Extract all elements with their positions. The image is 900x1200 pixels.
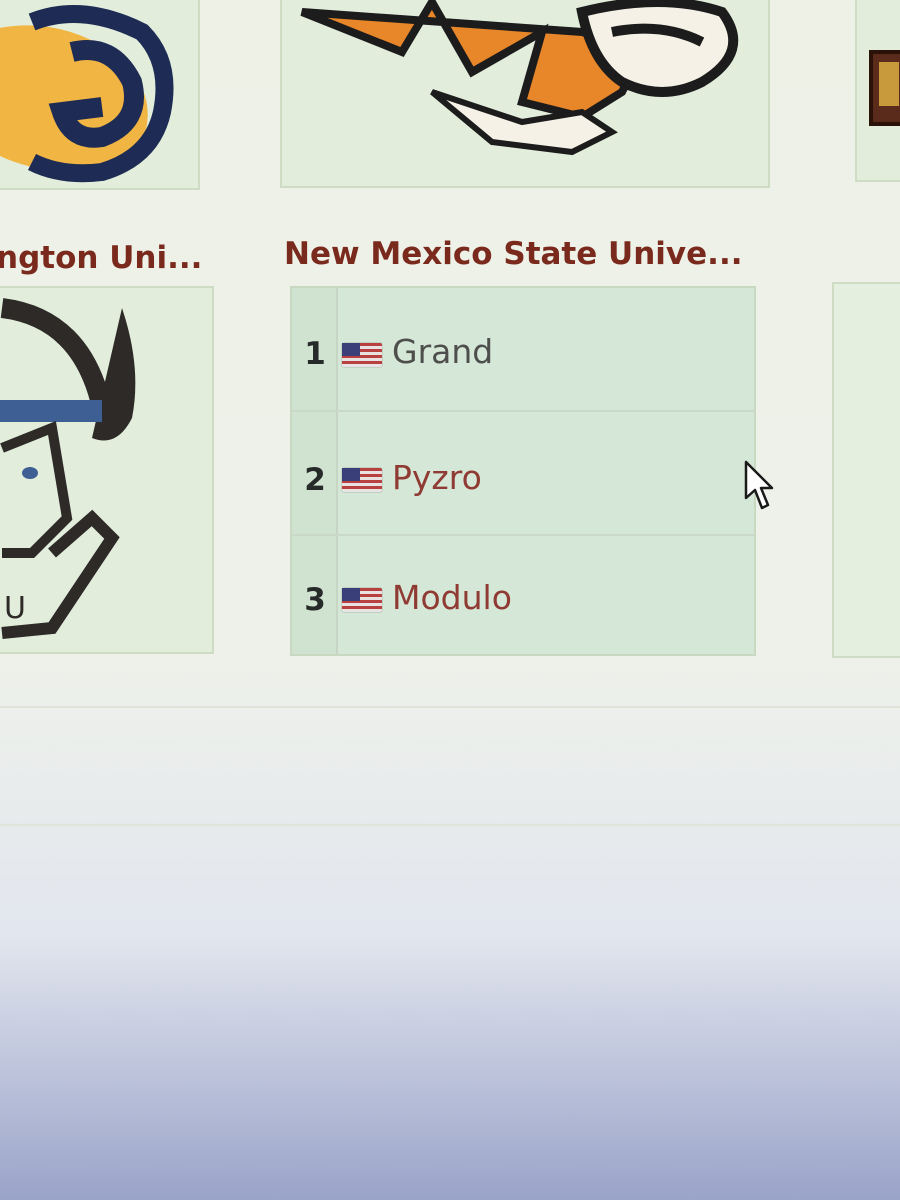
player-link-modulo[interactable]: Modulo xyxy=(392,578,512,617)
tiger-logo-icon xyxy=(300,0,739,156)
player-link-pyzro[interactable]: Pyzro xyxy=(392,458,482,497)
us-flag-icon xyxy=(342,468,382,492)
rank-number: 1 xyxy=(304,336,326,372)
team-logo-card-left[interactable]: U xyxy=(0,286,214,654)
table-row: 3 Modulo xyxy=(292,536,754,654)
mouse-pointer-icon xyxy=(744,460,774,510)
logo-fragment-inner xyxy=(879,62,899,106)
rank-number: 3 xyxy=(304,582,326,618)
team-logo-card-top-left[interactable] xyxy=(0,0,200,190)
team-card-right[interactable] xyxy=(832,282,900,658)
viking-logo-icon: U xyxy=(0,298,136,639)
table-row: 1 Grand xyxy=(292,288,754,412)
section-divider xyxy=(0,706,900,708)
us-flag-icon xyxy=(342,343,382,367)
leaderboard-table: 1 Grand 2 Pyzro 3 Modulo xyxy=(290,286,756,656)
svg-text:U: U xyxy=(4,591,26,626)
team-logo-card-top-right[interactable] xyxy=(855,0,900,182)
us-flag-icon xyxy=(342,588,382,612)
team-title-left[interactable]: ngton Uni... xyxy=(0,240,202,276)
team-logo-card-top-center[interactable] xyxy=(280,0,770,188)
rank-number: 2 xyxy=(304,462,326,498)
team-title-center[interactable]: New Mexico State Unive... xyxy=(284,236,743,272)
section-divider xyxy=(0,824,900,826)
table-row: 2 Pyzro xyxy=(292,412,754,536)
team-logo-icon xyxy=(0,5,174,183)
player-link-grand[interactable]: Grand xyxy=(392,332,493,371)
